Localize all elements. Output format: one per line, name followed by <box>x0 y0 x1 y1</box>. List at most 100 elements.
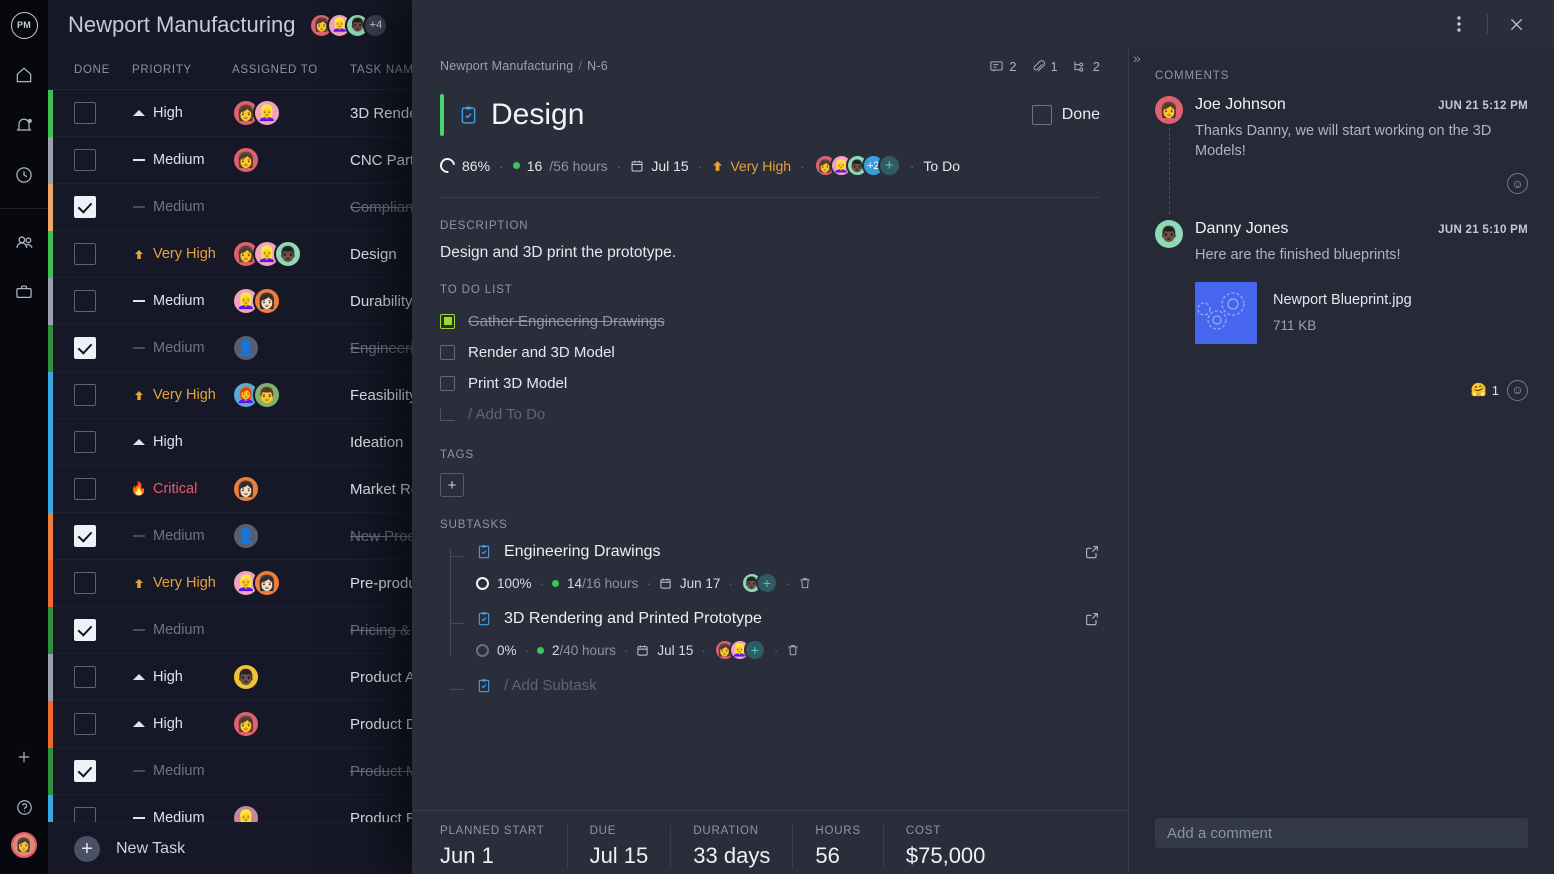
row-priority-cell[interactable]: Medium <box>132 152 232 168</box>
member-overflow-count[interactable]: +4 <box>363 13 388 38</box>
done-checkbox[interactable] <box>74 290 96 312</box>
row-priority-cell[interactable]: Medium <box>132 763 232 779</box>
row-priority-cell[interactable]: Medium <box>132 293 232 309</box>
avatar[interactable]: 👩 <box>232 146 260 174</box>
done-checkbox[interactable] <box>74 196 96 218</box>
people-icon[interactable] <box>0 217 48 267</box>
todo-checkbox[interactable] <box>440 376 455 391</box>
add-reaction-icon[interactable]: ☺ <box>1507 380 1528 401</box>
row-assignees-cell[interactable]: 👱‍♀️👩🏻 <box>232 287 350 315</box>
description-text[interactable]: Design and 3D print the prototype. <box>440 244 1100 262</box>
briefcase-icon[interactable] <box>0 267 48 317</box>
row-assignees-cell[interactable]: 👩👱‍♀️ <box>232 99 350 127</box>
home-icon[interactable] <box>0 50 48 100</box>
todo-item[interactable]: Print 3D Model <box>440 370 1100 396</box>
row-assignees-cell[interactable]: 👩👱‍♀️👨🏿 <box>232 240 350 268</box>
avatar[interactable]: 👩🏻 <box>232 475 260 503</box>
add-tag-button[interactable]: + <box>440 473 464 497</box>
meta-assignees[interactable]: 👩👱‍♀️👨🏿+2+ <box>814 154 901 177</box>
avatar[interactable]: 👩🏻 <box>253 287 281 315</box>
current-user-avatar[interactable]: 👩 <box>11 832 37 858</box>
comment-attachment[interactable]: Newport Blueprint.jpg711 KB <box>1195 282 1528 344</box>
project-members[interactable]: 👩👱‍♀️👨🏿+4 <box>309 13 388 38</box>
done-checkbox[interactable] <box>74 102 96 124</box>
avatar[interactable]: 👱‍♀️ <box>253 99 281 127</box>
row-assignees-cell[interactable]: 👨🏿 <box>232 663 350 691</box>
meta-progress[interactable]: 86% <box>440 158 490 174</box>
add-reaction-icon[interactable]: ☺ <box>1507 173 1528 194</box>
app-logo[interactable]: PM <box>0 0 48 50</box>
todo-checkbox[interactable] <box>440 314 455 329</box>
add-assignee-icon[interactable]: + <box>744 639 766 661</box>
meta-priority[interactable]: Very High <box>711 158 791 174</box>
more-options-icon[interactable] <box>1439 4 1479 44</box>
done-checkbox[interactable] <box>74 149 96 171</box>
row-assignees-cell[interactable]: 👤 <box>232 334 350 362</box>
add-todo-button[interactable]: / Add To Do <box>440 401 1100 427</box>
close-icon[interactable] <box>1496 4 1536 44</box>
delete-subtask-icon[interactable] <box>798 576 812 590</box>
meta-hours[interactable]: 16/56 hours <box>513 158 608 174</box>
done-checkbox[interactable] <box>74 713 96 735</box>
todo-item[interactable]: Render and 3D Model <box>440 339 1100 365</box>
add-subtask-button[interactable]: / Add Subtask <box>450 677 1100 694</box>
subtask-avatars[interactable]: 👨🏿+ <box>741 572 778 594</box>
avatar[interactable]: 👨🏿 <box>232 663 260 691</box>
avatar[interactable]: 👩🏻 <box>253 569 281 597</box>
add-icon[interactable] <box>0 732 48 782</box>
clock-icon[interactable] <box>0 150 48 200</box>
row-assignees-cell[interactable]: 👱‍♀️👩🏻 <box>232 569 350 597</box>
help-icon[interactable] <box>0 782 48 832</box>
meta-status[interactable]: To Do <box>923 158 960 174</box>
row-priority-cell[interactable]: Medium <box>132 622 232 638</box>
done-checkbox[interactable] <box>1032 105 1052 125</box>
collapse-panel-icon[interactable]: » <box>1133 50 1139 66</box>
row-priority-cell[interactable]: High <box>132 434 232 450</box>
row-priority-cell[interactable]: 🔥Critical <box>132 481 232 497</box>
done-checkbox[interactable] <box>74 478 96 500</box>
done-checkbox[interactable] <box>74 572 96 594</box>
comment-input[interactable] <box>1155 818 1528 848</box>
subtask-avatars[interactable]: 👩👱‍♀️+ <box>714 639 766 661</box>
add-assignee-icon[interactable]: + <box>756 572 778 594</box>
avatar[interactable]: 👨 <box>253 381 281 409</box>
done-checkbox[interactable] <box>74 760 96 782</box>
row-priority-cell[interactable]: Very High <box>132 387 232 403</box>
reaction-badge[interactable]: 🤗1 <box>1471 382 1499 398</box>
avatar[interactable]: 👩 <box>1155 96 1183 124</box>
done-checkbox[interactable] <box>74 431 96 453</box>
done-checkbox[interactable] <box>74 337 96 359</box>
row-assignees-cell[interactable]: 👤 <box>232 522 350 550</box>
open-subtask-icon[interactable] <box>1084 544 1100 560</box>
stat-comments[interactable]: 2 <box>989 59 1016 74</box>
row-assignees-cell[interactable]: 👩🏻 <box>232 475 350 503</box>
done-toggle[interactable]: Done <box>1032 105 1100 125</box>
delete-subtask-icon[interactable] <box>786 643 800 657</box>
row-assignees-cell[interactable]: 👩 <box>232 146 350 174</box>
row-priority-cell[interactable]: Very High <box>132 575 232 591</box>
stat-subtasks[interactable]: 2 <box>1072 59 1100 74</box>
done-checkbox[interactable] <box>74 666 96 688</box>
avatar[interactable]: 👩 <box>232 710 260 738</box>
done-checkbox[interactable] <box>74 525 96 547</box>
row-priority-cell[interactable]: Medium <box>132 340 232 356</box>
bell-icon[interactable] <box>0 100 48 150</box>
meta-due-date[interactable]: Jul 15 <box>630 158 688 174</box>
row-priority-cell[interactable]: Very High <box>132 246 232 262</box>
avatar[interactable]: 👨🏿 <box>274 240 302 268</box>
done-checkbox[interactable] <box>74 243 96 265</box>
row-priority-cell[interactable]: High <box>132 716 232 732</box>
todo-item[interactable]: Gather Engineering Drawings <box>440 308 1100 334</box>
add-assignee-icon[interactable]: + <box>878 154 901 177</box>
breadcrumb-project[interactable]: Newport Manufacturing <box>440 59 573 73</box>
avatar[interactable]: 👤 <box>232 522 260 550</box>
row-priority-cell[interactable]: High <box>132 105 232 121</box>
todo-checkbox[interactable] <box>440 345 455 360</box>
open-subtask-icon[interactable] <box>1084 611 1100 627</box>
avatar[interactable]: 👤 <box>232 334 260 362</box>
subtask-item[interactable]: Engineering Drawings100%·14/16 hours·Jun… <box>450 543 1100 594</box>
stat-attachments[interactable]: 1 <box>1031 59 1058 74</box>
attachment-thumbnail[interactable] <box>1195 282 1257 344</box>
breadcrumb[interactable]: Newport Manufacturing/N-6 <box>440 59 608 73</box>
row-priority-cell[interactable]: High <box>132 669 232 685</box>
